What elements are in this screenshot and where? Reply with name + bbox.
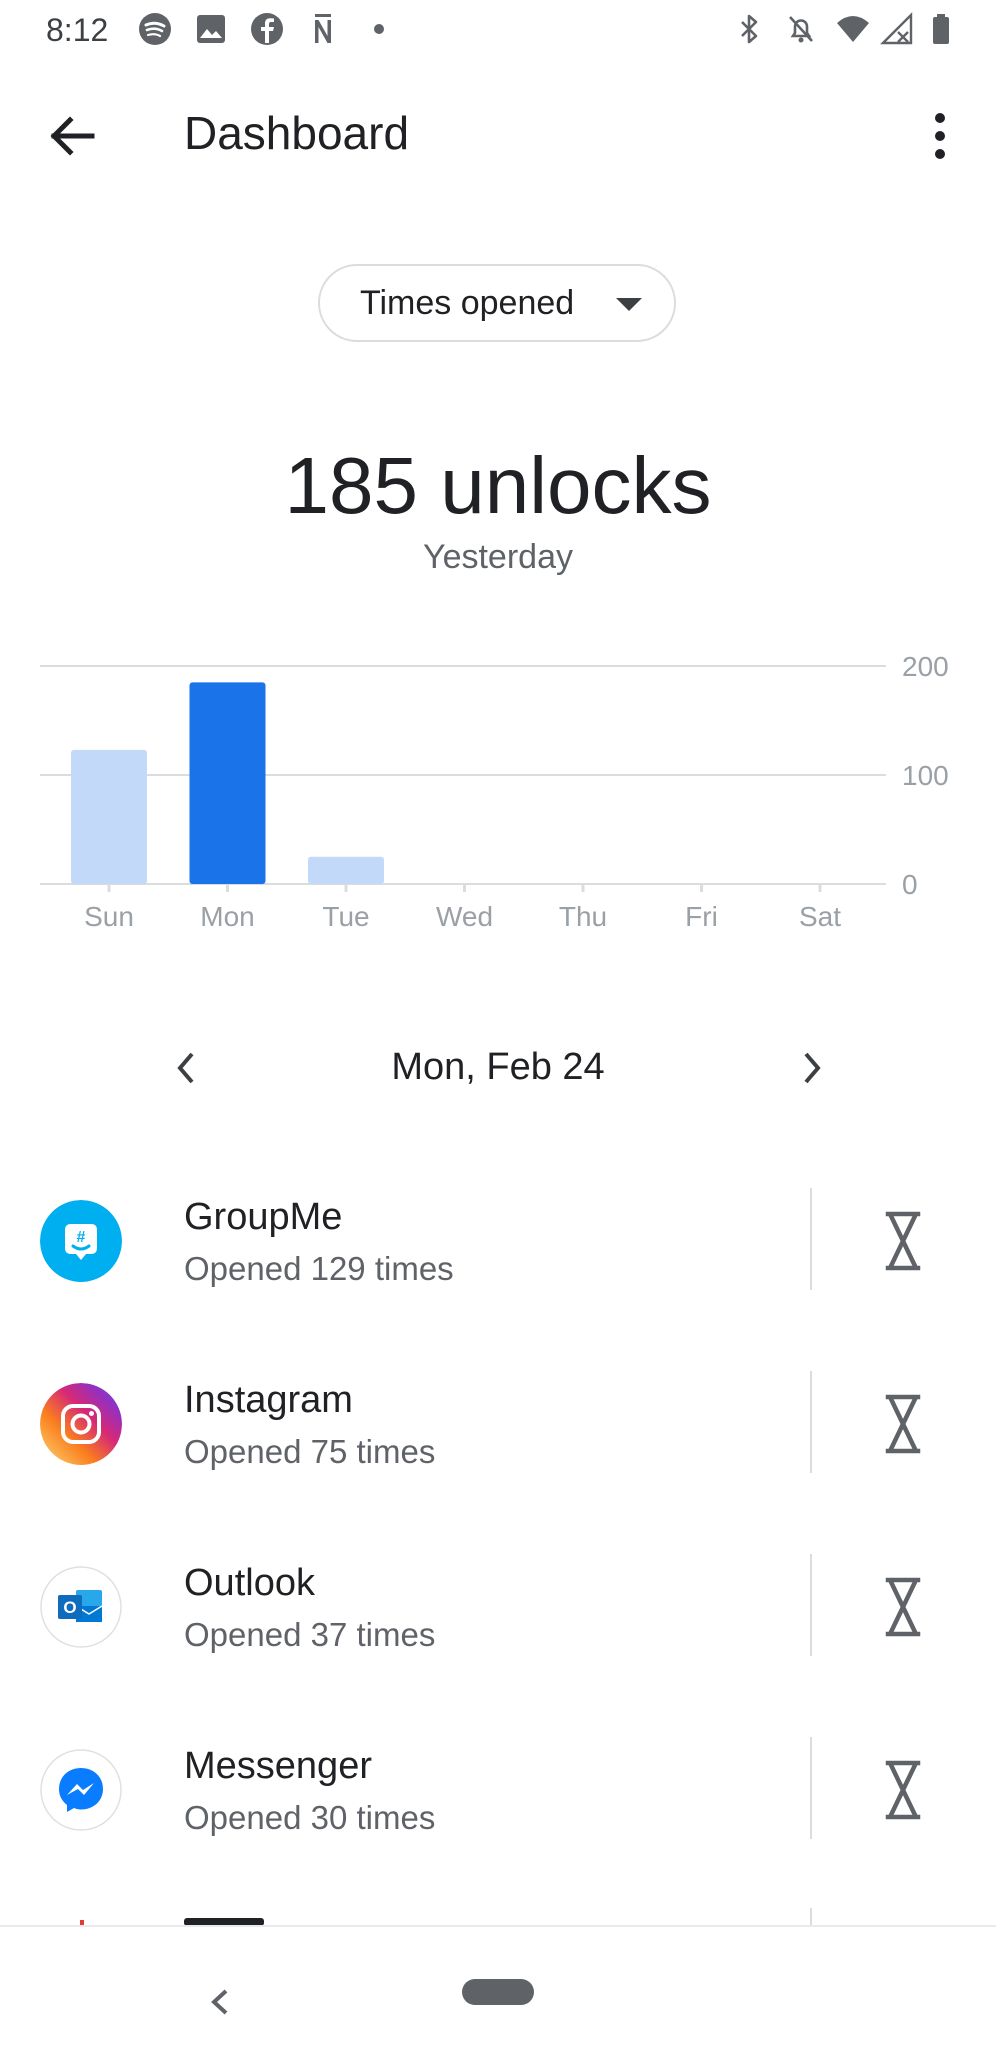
x-tick-label-mon: Mon — [200, 901, 254, 932]
bluetooth-icon — [741, 14, 758, 44]
chevron-right-icon — [804, 1052, 821, 1084]
summary-period: Yesterday — [423, 538, 573, 576]
app-row-partial[interactable] — [0, 1880, 996, 1926]
svg-text:O: O — [63, 1598, 76, 1617]
y-tick-label: 0 — [902, 869, 918, 900]
more-options-button[interactable] — [920, 104, 960, 168]
row-divider — [810, 1188, 812, 1290]
row-divider — [810, 1371, 812, 1473]
signal-icon — [880, 12, 913, 45]
outlook-icon: O — [40, 1566, 122, 1648]
instagram-icon — [40, 1383, 122, 1465]
app-name: GroupMe — [184, 1196, 343, 1238]
notifications-off-icon — [789, 16, 813, 43]
bar-tue[interactable] — [308, 856, 384, 884]
more-vert-icon — [935, 113, 945, 159]
x-tick-label-thu: Thu — [559, 901, 607, 932]
row-divider — [810, 1908, 812, 1926]
app-open-count: Opened 129 times — [184, 1250, 454, 1287]
row-divider — [810, 1554, 812, 1656]
spotify-icon — [139, 13, 171, 45]
app-open-count: Opened 37 times — [184, 1616, 436, 1653]
app-row-groupme[interactable]: # GroupMe Opened 129 times — [0, 1160, 996, 1344]
app-row-instagram[interactable]: Instagram Opened 75 times — [0, 1343, 996, 1527]
wifi-icon — [837, 16, 869, 42]
image-icon — [197, 15, 225, 43]
dot-icon — [374, 24, 384, 34]
x-tick-label-sat: Sat — [799, 901, 841, 932]
unlock-count: 185 unlocks — [284, 441, 712, 530]
arrow-back-icon — [50, 116, 95, 156]
x-tick-label-sun: Sun — [84, 901, 134, 932]
x-tick-label-tue: Tue — [322, 901, 369, 932]
app-name: Instagram — [184, 1379, 353, 1421]
svg-text:#: # — [77, 1229, 86, 1246]
status-bar: 8:12 — [0, 0, 996, 60]
nav-back-icon[interactable] — [200, 1979, 240, 2025]
metric-selector[interactable]: Times opened — [318, 264, 676, 342]
bar-sun[interactable] — [71, 749, 147, 884]
hourglass-icon[interactable] — [866, 1387, 940, 1461]
app-open-count: Opened 30 times — [184, 1799, 436, 1836]
next-day-button[interactable] — [788, 1038, 838, 1098]
back-button[interactable] — [40, 104, 104, 168]
app-row-outlook[interactable]: O Outlook Opened 37 times — [0, 1526, 996, 1710]
hourglass-icon[interactable] — [866, 1570, 940, 1644]
y-tick-label: 100 — [902, 760, 949, 791]
bar-mon[interactable] — [189, 682, 266, 884]
system-nav-bar — [0, 1925, 996, 2050]
caret-down-icon — [616, 298, 642, 311]
battery-icon — [933, 14, 949, 44]
app-row-messenger[interactable]: Messenger Opened 30 times — [0, 1709, 996, 1893]
hourglass-icon[interactable] — [866, 1204, 940, 1278]
app-open-count: Opened 75 times — [184, 1433, 436, 1470]
row-divider — [810, 1737, 812, 1839]
selected-date: Mon, Feb 24 — [391, 1046, 605, 1088]
hourglass-icon[interactable] — [866, 1753, 940, 1827]
page-title: Dashboard — [184, 107, 410, 159]
nyt-icon — [315, 14, 331, 43]
messenger-icon — [40, 1749, 122, 1831]
app-name: Outlook — [184, 1562, 315, 1604]
facebook-icon — [251, 13, 283, 45]
x-tick-label-wed: Wed — [436, 901, 493, 932]
metric-selector-label: Times opened — [360, 284, 575, 322]
usage-bar-chart: 0 100 200 Sun Mon Tue Wed Thu Fri Sat — [40, 651, 949, 932]
status-time: 8:12 — [46, 12, 109, 48]
app-name: Messenger — [184, 1745, 372, 1787]
x-tick-label-fri: Fri — [685, 901, 718, 932]
y-tick-label: 200 — [902, 651, 949, 682]
home-pill-icon[interactable] — [462, 1979, 534, 2005]
groupme-icon: # — [40, 1200, 122, 1282]
